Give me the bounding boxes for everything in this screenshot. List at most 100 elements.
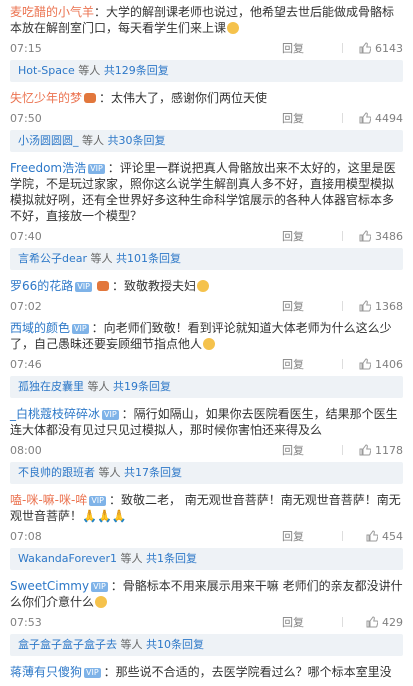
meta-divider [342, 231, 343, 241]
reply-button[interactable]: 回复 [282, 614, 342, 630]
comment-username[interactable]: _白桃蔻枝碎碎冰 [10, 407, 100, 421]
comment-time: 07:53 [10, 615, 42, 629]
reply-button[interactable]: 回复 [282, 228, 342, 244]
reply-button[interactable]: 回复 [282, 298, 342, 314]
comment-username[interactable]: 麦吃醋的小气羊 [10, 5, 94, 19]
comment-username[interactable]: SweetCimmy [10, 579, 89, 593]
reply-button[interactable]: 回复 [282, 442, 342, 458]
comment-meta: 07:50 回复 4494 [10, 108, 403, 128]
comment-meta: 07:40 回复 3486 [10, 226, 403, 246]
comment-time: 07:50 [10, 111, 42, 125]
medal-icon [96, 281, 109, 291]
comment-time: 07:40 [10, 229, 42, 243]
reply-user-name[interactable]: 孤独在皮囊里 [18, 380, 84, 393]
comment-meta: 07:08 回复 454 [10, 526, 403, 546]
meta-divider [342, 617, 343, 627]
like-button[interactable]: 3486 [351, 230, 403, 243]
reply-count[interactable]: 共17条回复 [124, 466, 182, 479]
like-button[interactable]: 1406 [351, 358, 403, 371]
comment-feed: 麦吃醋的小气羊：大学的解剖课老师也说过，他希望去世后能做成骨骼标本放在解剖室门口… [0, 0, 413, 680]
comment-body: Freedom浩浩 VIP ：评论里一群说把真人骨骼放出来不太好的，这里是医学院，不… [10, 160, 403, 224]
like-button[interactable]: 454 [351, 530, 403, 543]
reply-user-name[interactable]: 小汤圆圆圆_ [18, 134, 79, 147]
reply-summary[interactable]: 言希公子dear 等人 共101条回复 [10, 248, 403, 270]
comment-item: SweetCimmy VIP ：骨骼标本不用来展示用来干嘛 老师们的亲友都没讲什么你… [0, 574, 413, 632]
medal-icon [84, 93, 97, 103]
reply-summary[interactable]: 孤独在皮囊里 等人 共19条回复 [10, 376, 403, 398]
reply-user-name[interactable]: 言希公子dear [18, 252, 87, 265]
like-count: 454 [382, 529, 403, 543]
smile-emoji-icon [95, 596, 108, 608]
like-button[interactable]: 429 [351, 616, 403, 629]
smile-emoji-icon [196, 280, 209, 292]
comment-time: 08:00 [10, 443, 42, 457]
comment-body: SweetCimmy VIP ：骨骼标本不用来展示用来干嘛 老师们的亲友都没讲什么你… [10, 578, 403, 610]
comment-username[interactable]: Freedom浩浩 [10, 161, 86, 175]
like-count: 4494 [375, 111, 403, 125]
reply-count[interactable]: 共19条回复 [113, 380, 171, 393]
comment-text: ：致敬教授夫妇 [111, 279, 196, 293]
comment-username[interactable]: 西域的颜色 [10, 321, 70, 335]
pray-hands-icon: 🙏🙏🙏 [82, 509, 127, 523]
reply-count[interactable]: 共101条回复 [116, 252, 181, 265]
like-count: 1406 [375, 357, 403, 371]
comment-time: 07:15 [10, 41, 42, 55]
comment-item: 失忆少年的梦 ：太伟大了，感谢你们两位天使 07:50 回复 4494 [0, 86, 413, 128]
comment-username[interactable]: 罗66的花路 [10, 279, 73, 293]
like-count: 3486 [375, 229, 403, 243]
smile-emoji-icon [227, 22, 240, 34]
comment-item: Freedom浩浩 VIP ：评论里一群说把真人骨骼放出来不太好的，这里是医学院，不… [0, 156, 413, 246]
thumb-up-icon [366, 530, 378, 542]
like-button[interactable]: 1368 [351, 300, 403, 313]
reply-button[interactable]: 回复 [282, 528, 342, 544]
like-count: 1368 [375, 299, 403, 313]
reply-summary[interactable]: 小汤圆圆圆_ 等人 共30条回复 [10, 130, 403, 152]
vip-badge: VIP [75, 282, 92, 292]
reply-user-name[interactable]: 不良帅的跟班者 [18, 466, 95, 479]
reply-summary[interactable]: 不良帅的跟班者 等人 共17条回复 [10, 462, 403, 484]
like-count: 1178 [375, 443, 403, 457]
comment-item: 罗66的花路 VIP ：致敬教授夫妇 07:02 回复 1368 [0, 274, 413, 316]
comment-body: 罗66的花路 VIP ：致敬教授夫妇 [10, 278, 403, 294]
vip-badge: VIP [91, 582, 108, 592]
reply-count[interactable]: 共129条回复 [104, 64, 169, 77]
meta-divider [342, 531, 343, 541]
like-button[interactable]: 4494 [351, 112, 403, 125]
comment-body: 失忆少年的梦 ：太伟大了，感谢你们两位天使 [10, 90, 403, 106]
thumb-up-icon [359, 300, 371, 312]
comment-username[interactable]: 失忆少年的梦 [10, 91, 82, 105]
comment-username[interactable]: 嗑-咪-嘛-咪-哞 [10, 493, 87, 507]
like-button[interactable]: 1178 [351, 444, 403, 457]
thumb-up-icon [366, 616, 378, 628]
reply-count[interactable]: 共1条回复 [146, 552, 197, 565]
thumb-up-icon [359, 230, 371, 242]
reply-user-name[interactable]: Hot-Space [18, 64, 75, 77]
reply-summary[interactable]: Hot-Space 等人 共129条回复 [10, 60, 403, 82]
meta-divider [342, 43, 343, 53]
comment-time: 07:02 [10, 299, 42, 313]
thumb-up-icon [359, 444, 371, 456]
comment-text: ：那些说不合适的，去医学院看过么？哪个标本室里没 [103, 665, 392, 679]
reply-user-name[interactable]: WakandaForever1 [18, 552, 117, 565]
reply-suffix: 等人 [95, 466, 124, 479]
reply-summary[interactable]: 盒子盒子盒子盒子去 等人 共10条回复 [10, 634, 403, 656]
thumb-up-icon [359, 112, 371, 124]
smile-emoji-icon [203, 338, 216, 350]
reply-button[interactable]: 回复 [282, 110, 342, 126]
reply-button[interactable]: 回复 [282, 40, 342, 56]
like-button[interactable]: 6143 [351, 42, 403, 55]
vip-badge: VIP [84, 668, 101, 678]
comment-item: _白桃蔻枝碎碎冰 VIP ：隔行如隔山，如果你去医院看医生，结果那个医生连大体都没有… [0, 402, 413, 460]
comment-text: ：太伟大了，感谢你们两位天使 [99, 91, 268, 105]
comment-username[interactable]: 蒋薄有只傻狗 [10, 665, 82, 679]
comment-time: 07:08 [10, 529, 42, 543]
comment-item: 嗑-咪-嘛-咪-哞 VIP ：致敬二老， 南无观世音菩萨！南无观世音菩萨！南无观世音… [0, 488, 413, 546]
meta-divider [342, 301, 343, 311]
comment-body: 西域的颜色 VIP ：向老师们致敬！看到评论就知道大体老师为什么这么少了，自己愚昧还… [10, 320, 403, 352]
comment-meta: 07:15 回复 6143 [10, 38, 403, 58]
reply-count[interactable]: 共10条回复 [146, 638, 204, 651]
reply-count[interactable]: 共30条回复 [108, 134, 166, 147]
reply-button[interactable]: 回复 [282, 356, 342, 372]
reply-summary[interactable]: WakandaForever1 等人 共1条回复 [10, 548, 403, 570]
reply-user-name[interactable]: 盒子盒子盒子盒子去 [18, 638, 117, 651]
